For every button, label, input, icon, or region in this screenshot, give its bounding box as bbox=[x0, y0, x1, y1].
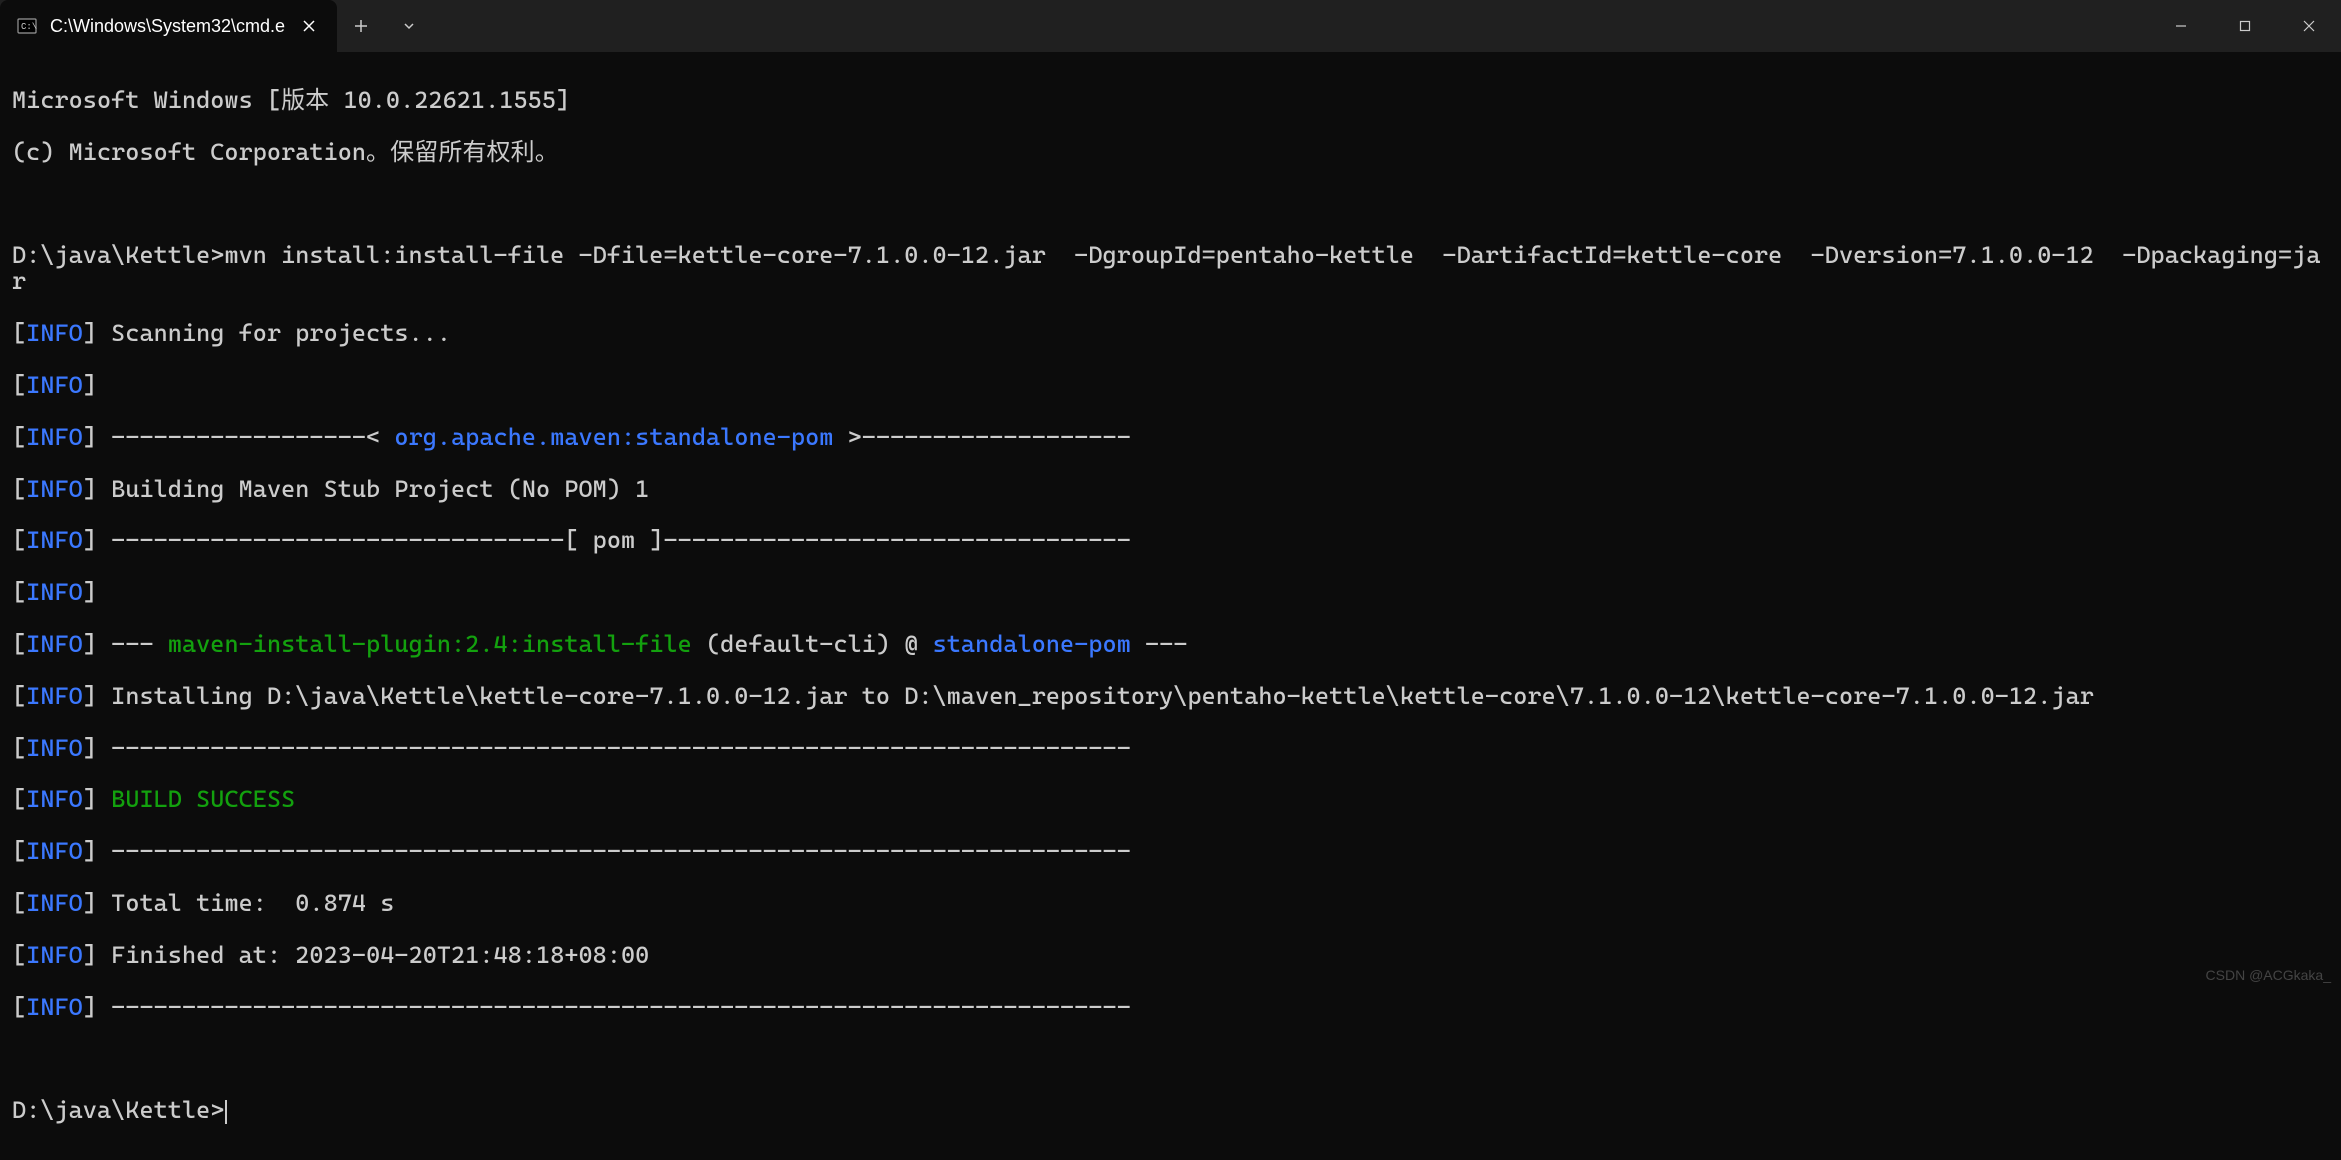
log-line: [INFO] --------------------------------[… bbox=[12, 528, 2329, 554]
info-tag: INFO bbox=[26, 319, 83, 347]
watermark: CSDN @ACGkaka_ bbox=[2206, 967, 2331, 983]
log-line: [INFO] bbox=[12, 373, 2329, 399]
info-tag: INFO bbox=[26, 682, 83, 710]
build-success: BUILD SUCCESS bbox=[97, 785, 295, 813]
blank-line bbox=[12, 192, 2329, 218]
banner-line: Microsoft Windows [版本 10.0.22621.1555] bbox=[12, 88, 2329, 114]
info-tag: INFO bbox=[26, 837, 83, 865]
maximize-button[interactable] bbox=[2213, 0, 2277, 52]
info-tag: INFO bbox=[26, 993, 83, 1021]
log-line: [INFO] Total time: 0.874 s bbox=[12, 891, 2329, 917]
info-tag: INFO bbox=[26, 475, 83, 503]
log-line: [INFO] Scanning for projects... bbox=[12, 321, 2329, 347]
titlebar: C:\ C:\Windows\System32\cmd.e bbox=[0, 0, 2341, 52]
log-line: [INFO] Building Maven Stub Project (No P… bbox=[12, 477, 2329, 503]
info-tag: INFO bbox=[26, 941, 83, 969]
log-line: [INFO] BUILD SUCCESS bbox=[12, 787, 2329, 813]
log-line: [INFO] ---------------------------------… bbox=[12, 736, 2329, 762]
blank-line bbox=[12, 1046, 2329, 1072]
new-tab-button[interactable] bbox=[337, 0, 385, 52]
info-tag: INFO bbox=[26, 371, 83, 399]
svg-text:C:\: C:\ bbox=[21, 22, 37, 32]
tabs-container: C:\ C:\Windows\System32\cmd.e bbox=[0, 0, 433, 52]
log-line: [INFO] Finished at: 2023-04-20T21:48:18+… bbox=[12, 943, 2329, 969]
info-tag: INFO bbox=[26, 734, 83, 762]
log-line: [INFO] --- maven-install-plugin:2.4:inst… bbox=[12, 632, 2329, 658]
prompt-line: D:\java\Kettle> bbox=[12, 1098, 2329, 1124]
info-tag: INFO bbox=[26, 423, 83, 451]
log-line: [INFO] Installing D:\java\Kettle\kettle-… bbox=[12, 684, 2329, 710]
tab-title: C:\Windows\System32\cmd.e bbox=[50, 16, 285, 37]
minimize-button[interactable] bbox=[2149, 0, 2213, 52]
window-controls bbox=[2149, 0, 2341, 52]
command-line: D:\java\Kettle>mvn install:install-file … bbox=[12, 243, 2329, 295]
artifact-name: org.apache.maven:standalone-pom bbox=[394, 423, 833, 451]
cmd-icon: C:\ bbox=[16, 15, 38, 37]
banner-line: (c) Microsoft Corporation。保留所有权利。 bbox=[12, 140, 2329, 166]
info-tag: INFO bbox=[26, 578, 83, 606]
close-tab-button[interactable] bbox=[297, 14, 321, 38]
plugin-name: maven-install-plugin:2.4:install-file bbox=[168, 630, 692, 658]
log-line: [INFO] ---------------------------------… bbox=[12, 995, 2329, 1021]
cursor-icon bbox=[225, 1100, 227, 1124]
log-line: [INFO] ------------------< org.apache.ma… bbox=[12, 425, 2329, 451]
info-tag: INFO bbox=[26, 785, 83, 813]
close-window-button[interactable] bbox=[2277, 0, 2341, 52]
info-tag: INFO bbox=[26, 630, 83, 658]
log-line: [INFO] bbox=[12, 580, 2329, 606]
terminal-output[interactable]: Microsoft Windows [版本 10.0.22621.1555] (… bbox=[0, 52, 2341, 1160]
info-tag: INFO bbox=[26, 889, 83, 917]
standalone-pom: standalone-pom bbox=[933, 630, 1131, 658]
tab-active[interactable]: C:\ C:\Windows\System32\cmd.e bbox=[0, 0, 337, 52]
info-tag: INFO bbox=[26, 526, 83, 554]
tab-dropdown-button[interactable] bbox=[385, 0, 433, 52]
log-line: [INFO] ---------------------------------… bbox=[12, 839, 2329, 865]
